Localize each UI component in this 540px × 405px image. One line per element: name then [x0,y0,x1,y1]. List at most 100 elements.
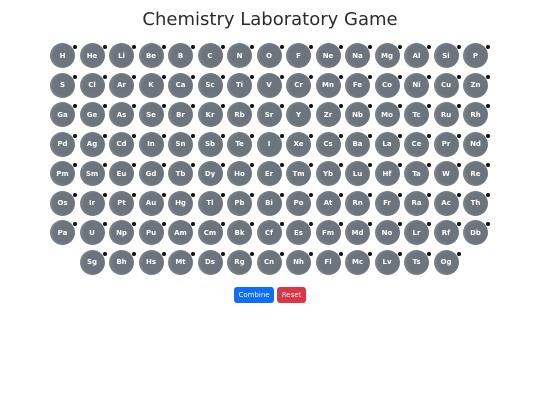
element-al[interactable]: Al [404,43,429,68]
element-mo[interactable]: Mo [374,102,400,127]
element-sm[interactable]: Sm [79,161,105,186]
element-te[interactable]: Te [227,131,252,157]
element-li[interactable]: Li [109,43,134,68]
element-sr[interactable]: Sr [256,102,282,127]
element-cl[interactable]: Cl [79,72,105,98]
element-rh[interactable]: Rh [463,102,488,127]
element-mn[interactable]: Mn [315,72,341,98]
element-n[interactable]: N [227,43,252,68]
element-co[interactable]: Co [374,72,400,98]
element-pd[interactable]: Pd [50,131,75,157]
element-tc[interactable]: Tc [404,102,429,127]
element-ds[interactable]: Ds [197,249,223,275]
element-mg[interactable]: Mg [374,43,400,68]
element-bh[interactable]: Bh [109,249,134,275]
element-hg[interactable]: Hg [168,190,193,216]
element-gd[interactable]: Gd [138,161,164,186]
element-cs[interactable]: Cs [315,131,341,157]
element-cr[interactable]: Cr [286,72,311,98]
element-i[interactable]: I [256,131,282,157]
element-y[interactable]: Y [286,102,311,127]
element-ba[interactable]: Ba [345,131,370,157]
element-pb[interactable]: Pb [227,190,252,216]
element-lu[interactable]: Lu [345,161,370,186]
element-fe[interactable]: Fe [345,72,370,98]
element-h[interactable]: H [50,43,75,68]
element-cf[interactable]: Cf [256,220,282,245]
element-rg[interactable]: Rg [227,249,252,275]
element-lv[interactable]: Lv [374,249,400,275]
element-b[interactable]: B [168,43,193,68]
element-o[interactable]: O [256,43,282,68]
element-lr[interactable]: Lr [404,220,429,245]
element-sc[interactable]: Sc [197,72,223,98]
element-ga[interactable]: Ga [50,102,75,127]
element-at[interactable]: At [315,190,341,216]
element-pr[interactable]: Pr [433,131,459,157]
element-w[interactable]: W [433,161,459,186]
element-la[interactable]: La [374,131,400,157]
element-ru[interactable]: Ru [433,102,459,127]
element-hs[interactable]: Hs [138,249,164,275]
combine-button[interactable]: Combine [234,287,274,303]
element-ho[interactable]: Ho [227,161,252,186]
element-he[interactable]: He [79,43,105,68]
element-sb[interactable]: Sb [197,131,223,157]
element-hf[interactable]: Hf [374,161,400,186]
element-p[interactable]: P [463,43,488,68]
element-tm[interactable]: Tm [286,161,311,186]
element-nh[interactable]: Nh [286,249,311,275]
element-am[interactable]: Am [168,220,193,245]
element-rf[interactable]: Rf [433,220,459,245]
element-cu[interactable]: Cu [433,72,459,98]
element-na[interactable]: Na [345,43,370,68]
element-cd[interactable]: Cd [109,131,134,157]
element-ce[interactable]: Ce [404,131,429,157]
element-cm[interactable]: Cm [197,220,223,245]
element-ne[interactable]: Ne [315,43,341,68]
element-fl[interactable]: Fl [315,249,341,275]
element-u[interactable]: U [79,220,105,245]
element-ta[interactable]: Ta [404,161,429,186]
element-nd[interactable]: Nd [463,131,488,157]
element-kr[interactable]: Kr [197,102,223,127]
element-ca[interactable]: Ca [168,72,193,98]
element-s[interactable]: S [50,72,75,98]
element-ag[interactable]: Ag [79,131,105,157]
element-mt[interactable]: Mt [168,249,193,275]
element-se[interactable]: Se [138,102,164,127]
element-ar[interactable]: Ar [109,72,134,98]
element-db[interactable]: Db [463,220,488,245]
element-ge[interactable]: Ge [79,102,105,127]
element-bk[interactable]: Bk [227,220,252,245]
element-tb[interactable]: Tb [168,161,193,186]
element-th[interactable]: Th [463,190,488,216]
element-nb[interactable]: Nb [345,102,370,127]
element-bi[interactable]: Bi [256,190,282,216]
element-no[interactable]: No [374,220,400,245]
element-tl[interactable]: Tl [197,190,223,216]
element-eu[interactable]: Eu [109,161,134,186]
element-br[interactable]: Br [168,102,193,127]
element-er[interactable]: Er [256,161,282,186]
element-xe[interactable]: Xe [286,131,311,157]
element-es[interactable]: Es [286,220,311,245]
element-k[interactable]: K [138,72,164,98]
element-zr[interactable]: Zr [315,102,341,127]
element-np[interactable]: Np [109,220,134,245]
element-re[interactable]: Re [463,161,488,186]
element-ts[interactable]: Ts [404,249,429,275]
element-mc[interactable]: Mc [345,249,370,275]
element-pm[interactable]: Pm [50,161,75,186]
element-sn[interactable]: Sn [168,131,193,157]
element-be[interactable]: Be [138,43,164,68]
element-md[interactable]: Md [345,220,370,245]
element-yb[interactable]: Yb [315,161,341,186]
element-cn[interactable]: Cn [256,249,282,275]
element-zn[interactable]: Zn [463,72,488,98]
element-fr[interactable]: Fr [374,190,400,216]
element-os[interactable]: Os [50,190,75,216]
element-ra[interactable]: Ra [404,190,429,216]
element-ir[interactable]: Ir [79,190,105,216]
element-pa[interactable]: Pa [50,220,75,245]
